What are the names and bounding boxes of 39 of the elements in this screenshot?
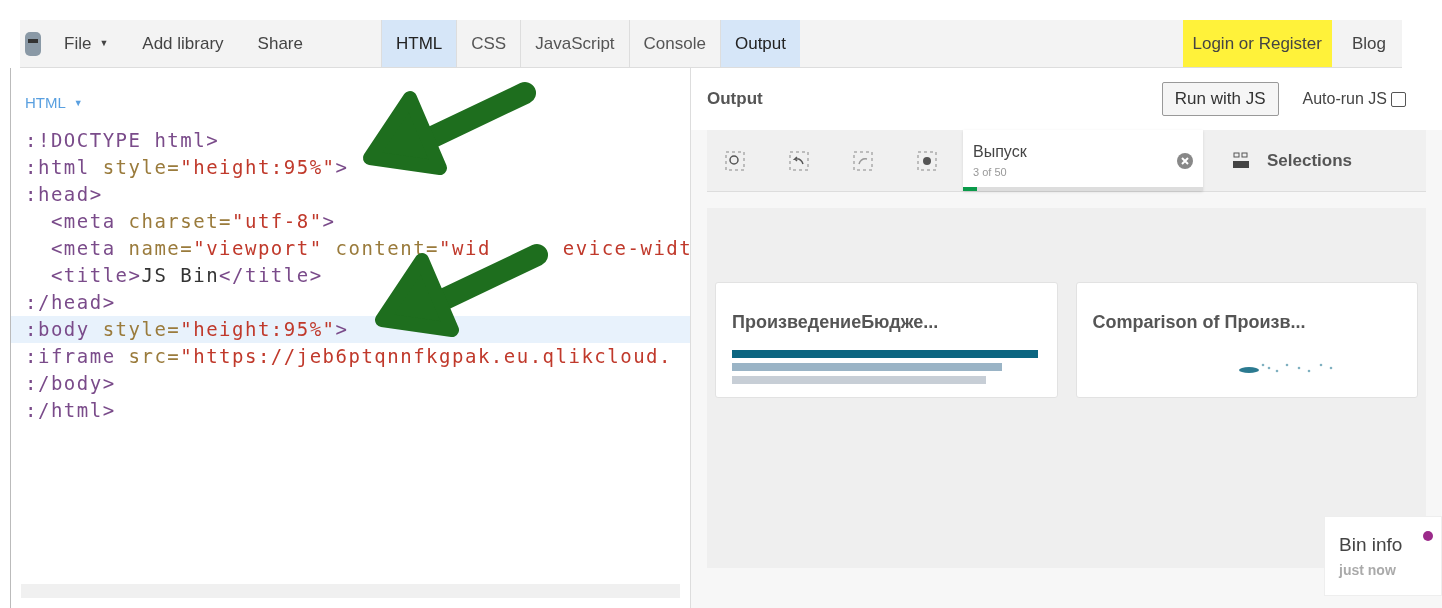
clear-icon[interactable] <box>917 150 937 171</box>
code-line: :html style="height:95%"> <box>24 154 350 180</box>
menu-item[interactable]: File ▼ <box>64 30 109 57</box>
code-line: :/head> <box>24 289 117 315</box>
tab[interactable]: Output <box>719 20 800 67</box>
tab[interactable]: HTML <box>380 20 457 67</box>
logo-icon <box>24 30 42 57</box>
checkbox[interactable] <box>1391 91 1406 107</box>
menu-item[interactable]: Add library <box>142 30 224 57</box>
close-icon[interactable] <box>1177 152 1193 169</box>
selection-chip[interactable]: Выпуск 3 of 50 <box>963 130 1203 191</box>
grid-icon[interactable] <box>1233 151 1249 170</box>
caret-icon: ▼ <box>99 36 109 51</box>
selections-label[interactable]: Selections <box>1267 147 1353 174</box>
code-line: :!DOCTYPE html> <box>24 127 221 153</box>
field-name: Выпуск <box>973 142 1027 163</box>
selection-count: 3 of 50 <box>973 165 1008 181</box>
autorun-label: Auto-run JS <box>1302 89 1387 109</box>
bin-info-popup[interactable]: Bin info just now <box>1324 516 1442 596</box>
panel-title: Output <box>707 88 763 111</box>
code-line: :/body> <box>24 370 117 396</box>
code-line: :/html> <box>24 397 117 423</box>
search-icon[interactable] <box>725 150 745 171</box>
card-title: Comparison of Произв... <box>1092 311 1307 334</box>
code-line: :head> <box>24 181 104 207</box>
login-link[interactable]: Login or Register <box>1182 20 1332 67</box>
card-title: ПроизведениеБюдже... <box>732 311 940 334</box>
menu-item[interactable]: Share <box>257 30 303 57</box>
code-line: <meta charset="utf-8"> <box>49 208 337 234</box>
code-line: :iframe src="https://jeb6ptqnnfkgpak.eu.qlikcloud. <box>24 343 673 369</box>
blog-link[interactable]: Blog <box>1351 30 1386 57</box>
timestamp: just now <box>1339 560 1397 580</box>
code-line: <title>JS Bin</title> <box>49 262 324 288</box>
bin-info-title: Bin info <box>1339 533 1404 557</box>
code-line: <meta name="viewport" content="wid evice-widt <box>49 235 690 261</box>
undo-icon[interactable] <box>789 150 809 171</box>
run-button[interactable]: Run with JS <box>1161 82 1279 116</box>
chart-card[interactable]: Comparison of Произв... <box>1075 282 1418 398</box>
chart-card[interactable]: ПроизведениеБюдже... <box>715 282 1058 398</box>
